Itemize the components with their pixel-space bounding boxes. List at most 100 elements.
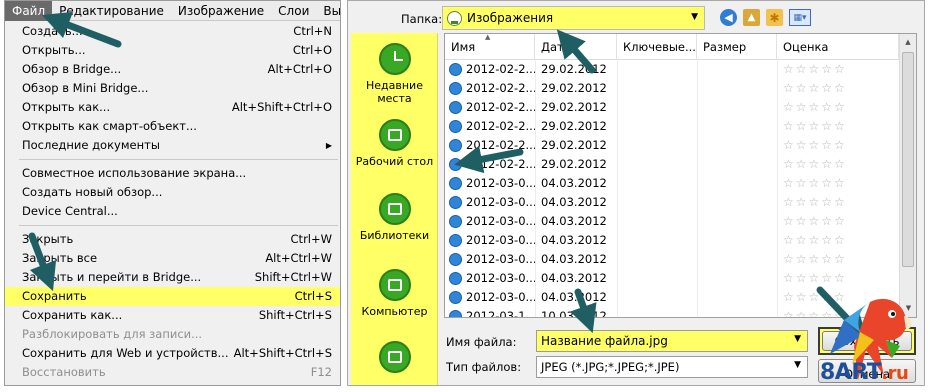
rating-stars[interactable]: ☆☆☆☆☆ — [777, 117, 899, 136]
menu-item[interactable]: Обзор в Mini Bridge... — [5, 79, 340, 98]
place-item[interactable]: Рабочий стол — [351, 119, 438, 168]
rating-stars[interactable]: ☆☆☆☆☆ — [777, 212, 899, 231]
image-file-icon — [449, 101, 462, 114]
column-header[interactable]: Размер — [697, 34, 777, 59]
filename-input[interactable]: Название файла.jpg ▼ — [536, 330, 808, 352]
menu-item[interactable]: Закрыть Ctrl+W — [5, 230, 340, 249]
column-header[interactable]: Ключевые... — [617, 34, 697, 59]
back-icon[interactable]: ◀ — [720, 9, 737, 26]
rating-stars[interactable]: ☆☆☆☆☆ — [777, 155, 899, 174]
file-name-cell: 2012-02-2... — [445, 155, 535, 174]
file-list-header: Имя ▲ Дата Ключевые... Размер Оценка — [445, 34, 916, 60]
menu-item[interactable]: Закрыть и перейти в Bridge... Shift+Ctrl+… — [5, 268, 340, 287]
menu-item-label: Создать новый обзор... — [22, 185, 163, 199]
rating-stars[interactable]: ☆☆☆☆☆ — [777, 98, 899, 117]
place-item[interactable]: Недавние места — [351, 43, 438, 105]
menu-item-label: Открыть как смарт-объект... — [22, 119, 197, 133]
file-date: 04.03.2012 — [541, 195, 607, 209]
menu-item-label: Разблокировать для записи... — [22, 327, 203, 341]
submenu-arrow-icon: ▶ — [325, 141, 332, 150]
place-item[interactable] — [351, 341, 438, 377]
column-header[interactable]: Оценка — [777, 34, 899, 59]
menu-item: Разблокировать для записи... — [5, 325, 340, 344]
image-file-icon — [449, 291, 462, 304]
file-row[interactable]: 2012-03-0... 04.03.2012 ☆☆☆☆☆ — [445, 212, 916, 231]
rating-stars[interactable]: ☆☆☆☆☆ — [777, 136, 899, 155]
file-date: 04.03.2012 — [541, 271, 607, 285]
computer-icon — [378, 269, 411, 301]
rating-stars[interactable]: ☆☆☆☆☆ — [777, 250, 899, 269]
menu-item[interactable]: Последние документы ▶ — [5, 136, 340, 155]
image-file-icon — [449, 215, 462, 228]
menu-item[interactable]: Открыть как... Alt+Shift+Ctrl+O — [5, 98, 340, 117]
photoshop-file-menu-panel: ФайлРедактированиеИзображениеСлоиВыделе … — [4, 0, 341, 386]
file-date: 04.03.2012 — [541, 214, 607, 228]
filetype-select[interactable]: JPEG (*.JPG;*.JPEG;*.JPE) ▼ — [536, 356, 808, 378]
menu-item-shortcut: Alt+Ctrl+W — [265, 251, 332, 265]
menu-item-label: Сохранить как... — [22, 308, 123, 322]
folder-select[interactable]: Изображения ▼ — [442, 6, 705, 30]
view-menu-icon[interactable]: ▦▾ — [789, 9, 811, 26]
file-name-cell: 2012-03-0... — [445, 174, 535, 193]
menu-item[interactable]: Device Central... — [5, 202, 340, 221]
place-item[interactable]: Библиотеки — [351, 193, 438, 242]
file-date: 04.03.2012 — [541, 176, 607, 190]
folder-up-icon[interactable]: ▲ — [743, 9, 760, 26]
menu-item-label: Закрыть все — [22, 251, 98, 265]
place-item[interactable]: Компьютер — [351, 269, 438, 318]
filename-label: Имя файла: — [446, 335, 517, 349]
column-header-label: Имя — [451, 40, 476, 54]
rating-stars[interactable]: ☆☆☆☆☆ — [777, 79, 899, 98]
scroll-up-icon[interactable]: ▲ — [900, 34, 916, 51]
file-date: 29.02.2012 — [541, 62, 607, 76]
rating-stars[interactable]: ☆☆☆☆☆ — [777, 60, 899, 79]
new-folder-icon[interactable]: ✱ — [766, 9, 783, 26]
column-header[interactable]: Имя ▲ — [445, 34, 535, 59]
menu-item[interactable]: Открыть... Ctrl+O — [5, 41, 340, 60]
file-name: 2012-02-2... — [466, 119, 535, 133]
menubar-item[interactable]: Изображение — [171, 1, 271, 21]
image-file-icon — [449, 139, 462, 152]
menu-item[interactable]: Открыть как смарт-объект... — [5, 117, 340, 136]
menubar-item[interactable]: Слои — [271, 1, 316, 21]
file-row[interactable]: 2012-02-2... 29.02.2012 ☆☆☆☆☆ — [445, 60, 916, 79]
menubar-item[interactable]: Файл — [5, 1, 53, 21]
menu-item[interactable]: Обзор в Bridge... Alt+Ctrl+O — [5, 60, 340, 79]
menu-item[interactable]: Закрыть все Alt+Ctrl+W — [5, 249, 340, 268]
places-bar: Недавние места Рабочий стол Библиотеки Комп… — [351, 33, 438, 385]
image-file-icon — [449, 82, 462, 95]
scroll-thumb[interactable] — [902, 52, 914, 267]
menu-item[interactable]: Сохранить Ctrl+S — [5, 287, 340, 306]
file-row[interactable]: 2012-03-0... 04.03.2012 ☆☆☆☆☆ — [445, 231, 916, 250]
file-name: 2012-03-0... — [466, 252, 535, 266]
file-row[interactable]: 2012-03-0... 04.03.2012 ☆☆☆☆☆ — [445, 250, 916, 269]
rating-stars[interactable]: ☆☆☆☆☆ — [777, 231, 899, 250]
rating-stars[interactable]: ☆☆☆☆☆ — [777, 174, 899, 193]
menu-item-label: Обзор в Bridge... — [22, 62, 122, 76]
file-row[interactable]: 2012-02-2... 29.02.2012 ☆☆☆☆☆ — [445, 155, 916, 174]
rating-stars[interactable]: ☆☆☆☆☆ — [777, 193, 899, 212]
menu-item[interactable]: Сохранить для Web и устройств... Alt+Shif… — [5, 344, 340, 363]
place-label: Рабочий стол — [355, 155, 434, 168]
file-list-scrollbar[interactable]: ▲ ▼ — [899, 34, 916, 317]
file-row[interactable]: 2012-02-2... 29.02.2012 ☆☆☆☆☆ — [445, 117, 916, 136]
file-row[interactable]: 2012-02-2... 29.02.2012 ☆☆☆☆☆ — [445, 98, 916, 117]
file-row[interactable]: 2012-02-2... 29.02.2012 ☆☆☆☆☆ — [445, 136, 916, 155]
file-row[interactable]: 2012-03-0... 04.03.2012 ☆☆☆☆☆ — [445, 193, 916, 212]
file-name: 2012-03-0... — [466, 271, 535, 285]
file-row[interactable]: 2012-03-0... 04.03.2012 ☆☆☆☆☆ — [445, 174, 916, 193]
column-header-label: Оценка — [783, 40, 829, 54]
menu-item[interactable]: Сохранить как... Shift+Ctrl+S — [5, 306, 340, 325]
image-file-icon — [449, 272, 462, 285]
file-row[interactable]: 2012-02-2... 29.02.2012 ☆☆☆☆☆ — [445, 79, 916, 98]
menu-item-label: Обзор в Mini Bridge... — [22, 81, 149, 95]
menu-item[interactable]: Совместное использование экрана... — [5, 164, 340, 183]
file-name: 2012-03-0... — [466, 214, 535, 228]
menu-item-label: Последние документы — [22, 138, 160, 152]
menu-item-label: Восстановить — [22, 365, 106, 379]
menu-item[interactable]: Создать... Ctrl+N — [5, 22, 340, 41]
menubar-item[interactable]: Выделе — [316, 1, 340, 21]
menubar-item[interactable]: Редактирование — [52, 1, 171, 21]
menu-item[interactable]: Создать новый обзор... — [5, 183, 340, 202]
column-header[interactable]: Дата — [535, 34, 617, 59]
